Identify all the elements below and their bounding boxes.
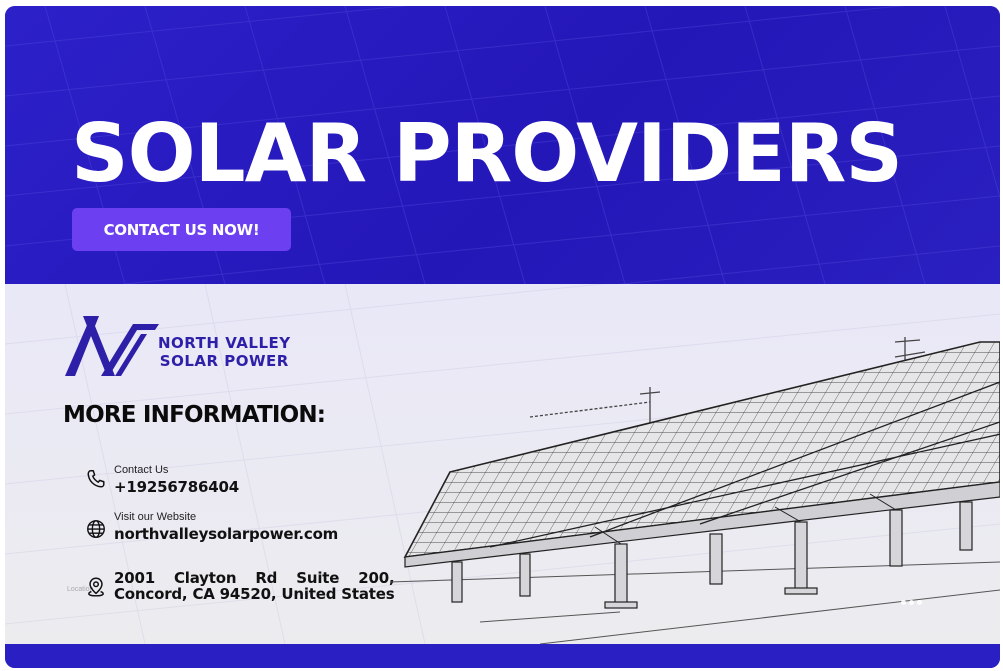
page-title: SOLAR PROVIDERS: [71, 107, 903, 200]
dot: [909, 600, 914, 605]
flyer-card: SOLAR PROVIDERS CONTACT US NOW! NORTH VA…: [5, 6, 1000, 668]
address-row: 2001 Clayton Rd Suite 200, Concord, CA 9…: [85, 570, 405, 606]
nv-logo-icon: [65, 316, 159, 376]
more-info-heading: MORE INFORMATION:: [63, 402, 326, 428]
contact-us-button[interactable]: CONTACT US NOW!: [72, 208, 291, 251]
phone-icon: [87, 470, 105, 488]
logo-line1: NORTH VALLEY: [158, 334, 291, 352]
dot: [917, 600, 922, 605]
dot: [901, 600, 906, 605]
globe-icon: [87, 520, 105, 538]
location-pin-icon: [88, 577, 104, 597]
phone-row[interactable]: Contact Us +19256786404: [85, 464, 305, 500]
website-link[interactable]: northvalleysolarpower.com: [114, 525, 338, 543]
company-logo: NORTH VALLEY SOLAR POWER: [63, 314, 303, 379]
banner: SOLAR PROVIDERS CONTACT US NOW!: [5, 6, 1000, 284]
website-label: Visit our Website: [114, 511, 197, 523]
address-line2: Concord, CA 94520, United States: [114, 585, 395, 603]
logo-line2: SOLAR POWER: [159, 352, 289, 370]
address-text: 2001 Clayton Rd Suite 200, Concord, CA 9…: [114, 569, 395, 603]
phone-label: Contact Us: [114, 464, 169, 476]
logo-text: NORTH VALLEY SOLAR POWER: [158, 334, 291, 370]
phone-number[interactable]: +19256786404: [114, 478, 239, 496]
website-row[interactable]: Visit our Website northvalleysolarpower.…: [85, 511, 365, 547]
address-line1: 2001 Clayton Rd Suite 200,: [114, 569, 395, 587]
solar-panel-illustration: [390, 337, 1000, 644]
bottom-strip: [5, 644, 1000, 668]
more-dots-icon[interactable]: [901, 600, 922, 605]
info-panel: NORTH VALLEY SOLAR POWER MORE INFORMATIO…: [5, 284, 1000, 644]
